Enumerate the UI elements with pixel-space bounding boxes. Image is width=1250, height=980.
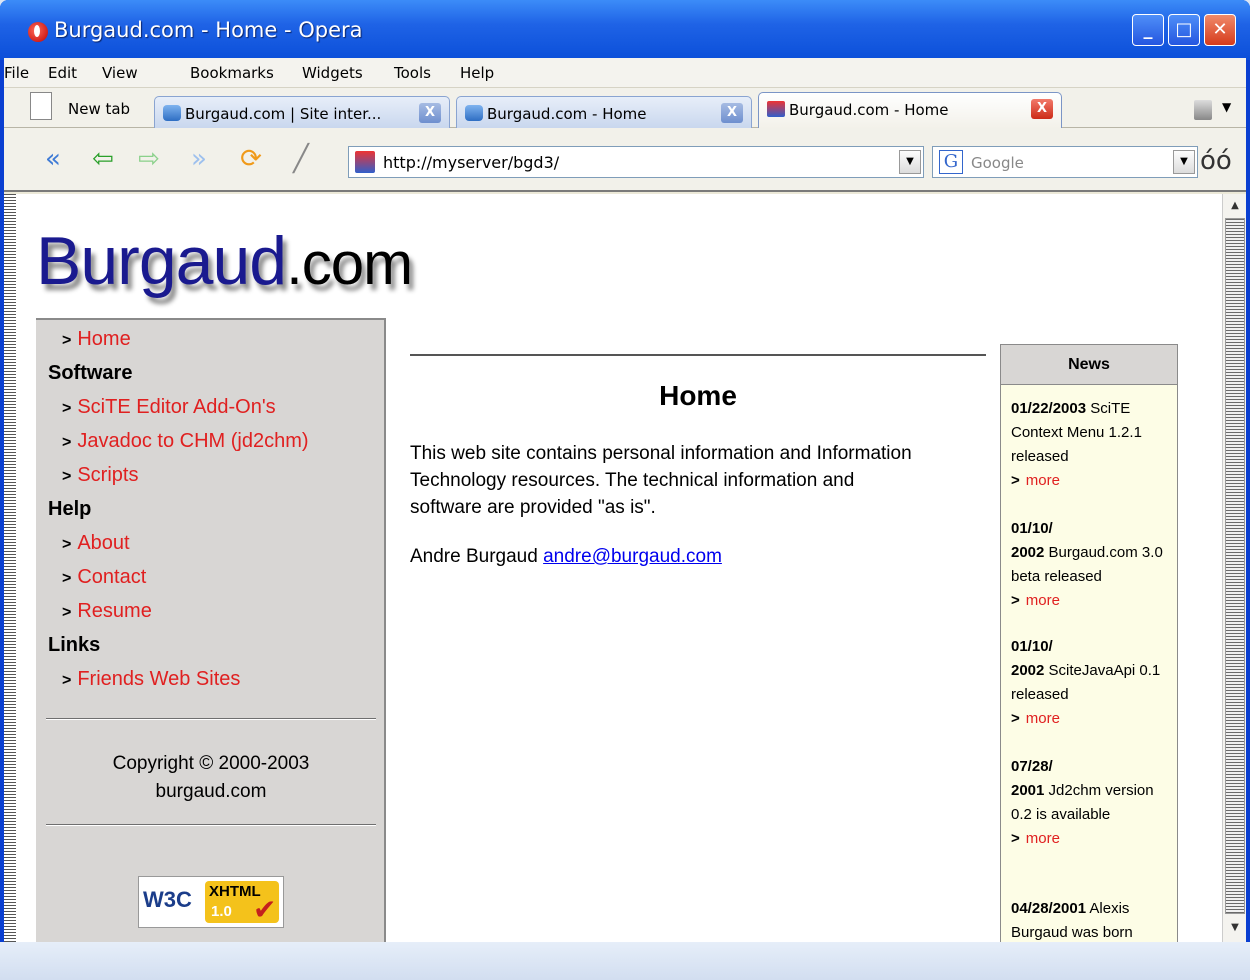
page-icon: [465, 105, 483, 121]
menu-help[interactable]: Help: [460, 64, 494, 82]
address-bar[interactable]: http://myserver/bgd3/ ▼: [348, 146, 924, 178]
tab-close-icon[interactable]: X: [419, 103, 441, 123]
news-item: 04/28/2001 Alexis Burgaud was born: [1011, 900, 1133, 941]
tab-close-icon[interactable]: X: [721, 103, 743, 123]
tab-label: Burgaud.com | Site inter...: [185, 105, 382, 123]
window-title: Burgaud.com - Home - Opera: [54, 18, 363, 42]
status-bar: [0, 942, 1250, 980]
page-icon: [163, 105, 181, 121]
navigation-toolbar: « ⇦ ⇨ » ⟳ ╱ http://myserver/bgd3/ ▼ G Go…: [4, 128, 1246, 192]
site-favicon-icon: [355, 151, 375, 173]
scrollbar-thumb[interactable]: [1225, 218, 1245, 914]
browser-window: Burgaud.com - Home - Opera _ □ ✕ File Ed…: [0, 0, 1250, 980]
nav-scripts[interactable]: > Scripts: [62, 464, 138, 487]
divider: [410, 354, 986, 356]
author-line: Andre Burgaud andre@burgaud.com: [410, 546, 722, 567]
menu-edit[interactable]: Edit: [48, 64, 77, 82]
maximize-button[interactable]: □: [1168, 14, 1200, 46]
copyright: Copyright © 2000-2003 burgaud.com: [112, 753, 310, 802]
tab-home-1[interactable]: Burgaud.com - Home X: [456, 96, 752, 128]
news-more-link[interactable]: > more: [1011, 472, 1060, 489]
title-bar[interactable]: Burgaud.com - Home - Opera _ □ ✕: [0, 0, 1250, 60]
menu-file[interactable]: File: [4, 64, 29, 82]
menu-bar: File Edit View Bookmarks Widgets Tools H…: [4, 58, 1246, 88]
site-logo: Burgaud.com: [36, 223, 413, 299]
nav-home[interactable]: > Home: [62, 328, 131, 351]
menu-widgets[interactable]: Widgets: [302, 64, 363, 82]
scroll-up-icon[interactable]: ▲: [1225, 196, 1245, 216]
page-title: Home: [659, 380, 737, 411]
tab-close-icon[interactable]: X: [1031, 99, 1053, 119]
news-heading: News: [1001, 345, 1177, 385]
news-more-link[interactable]: > more: [1011, 830, 1060, 847]
divider: [46, 718, 376, 720]
new-page-icon: [30, 92, 52, 120]
news-panel: News 01/22/2003 SciTE Context Menu 1.2.1…: [1000, 344, 1178, 944]
tab-home-active[interactable]: Burgaud.com - Home X: [758, 92, 1062, 128]
news-item: 01/22/2003 SciTE Context Menu 1.2.1 rele…: [1011, 400, 1142, 489]
tab-label: Burgaud.com - Home: [487, 105, 647, 123]
nav-jd2chm[interactable]: > Javadoc to CHM (jd2chm): [62, 430, 309, 453]
chevron-down-icon[interactable]: ▼: [1222, 100, 1231, 114]
intro-paragraph: This web site contains personal informat…: [410, 443, 912, 518]
glasses-icon[interactable]: óó: [1200, 146, 1232, 176]
menu-tools[interactable]: Tools: [394, 64, 431, 82]
w3c-xhtml-badge[interactable]: W3C XHTML 1.0 ✔: [138, 876, 284, 928]
nav-resume[interactable]: > Resume: [62, 600, 152, 623]
scroll-down-icon[interactable]: ▼: [1225, 918, 1245, 938]
opera-logo-icon: [28, 22, 48, 42]
edit-pencil-icon[interactable]: ╱: [286, 144, 316, 174]
news-item: 01/10/ 2002 SciteJavaApi 0.1 released > m…: [1011, 638, 1161, 727]
nav-contact[interactable]: > Contact: [62, 566, 146, 589]
google-icon[interactable]: G: [939, 150, 963, 174]
divider: [46, 824, 376, 826]
back-arrow-icon[interactable]: ⇦: [88, 144, 118, 174]
chevron-down-icon[interactable]: ▼: [899, 150, 921, 174]
search-field[interactable]: G Google ▼: [932, 146, 1198, 178]
menu-view[interactable]: View: [102, 64, 138, 82]
panel-toggle-strip[interactable]: [4, 194, 16, 942]
forward-arrow-icon[interactable]: ⇨: [134, 144, 164, 174]
address-text: http://myserver/bgd3/: [383, 153, 560, 172]
checkmark-icon: ✔: [253, 893, 277, 926]
nav-heading-software: Software: [48, 362, 133, 384]
nav-about[interactable]: > About: [62, 532, 130, 555]
email-link[interactable]: andre@burgaud.com: [543, 546, 722, 567]
close-button[interactable]: ✕: [1204, 14, 1236, 46]
site-sidebar: > Home Software > SciTE Editor Add-On's > J…: [36, 318, 386, 942]
search-placeholder: Google: [971, 154, 1024, 172]
reload-icon[interactable]: ⟳: [236, 144, 266, 174]
menu-bookmarks[interactable]: Bookmarks: [190, 64, 274, 82]
news-more-link[interactable]: > more: [1011, 710, 1060, 727]
news-item: 07/28/ 2001 Jd2chm version 0.2 is availa…: [1011, 758, 1154, 847]
fast-forward-icon[interactable]: »: [184, 144, 214, 174]
news-more-link[interactable]: > more: [1011, 592, 1060, 609]
nav-heading-help: Help: [48, 498, 92, 520]
news-item: 01/10/ 2002 Burgaud.com 3.0 beta release…: [1011, 520, 1163, 609]
chevron-down-icon[interactable]: ▼: [1173, 150, 1195, 174]
vertical-scrollbar[interactable]: ▲ ▼: [1222, 194, 1246, 942]
site-favicon-icon: [767, 101, 785, 117]
rewind-icon[interactable]: «: [38, 144, 68, 174]
minimize-button[interactable]: _: [1132, 14, 1164, 46]
tab-bar: New tab Burgaud.com | Site inter... X Bu…: [4, 88, 1246, 128]
nav-scite-addons[interactable]: > SciTE Editor Add-On's: [62, 396, 276, 419]
tab-site-inter[interactable]: Burgaud.com | Site inter... X: [154, 96, 450, 128]
trash-icon[interactable]: [1194, 100, 1212, 120]
nav-friends-sites[interactable]: > Friends Web Sites: [62, 668, 240, 691]
nav-heading-links: Links: [48, 634, 101, 656]
tab-label: Burgaud.com - Home: [789, 101, 949, 119]
